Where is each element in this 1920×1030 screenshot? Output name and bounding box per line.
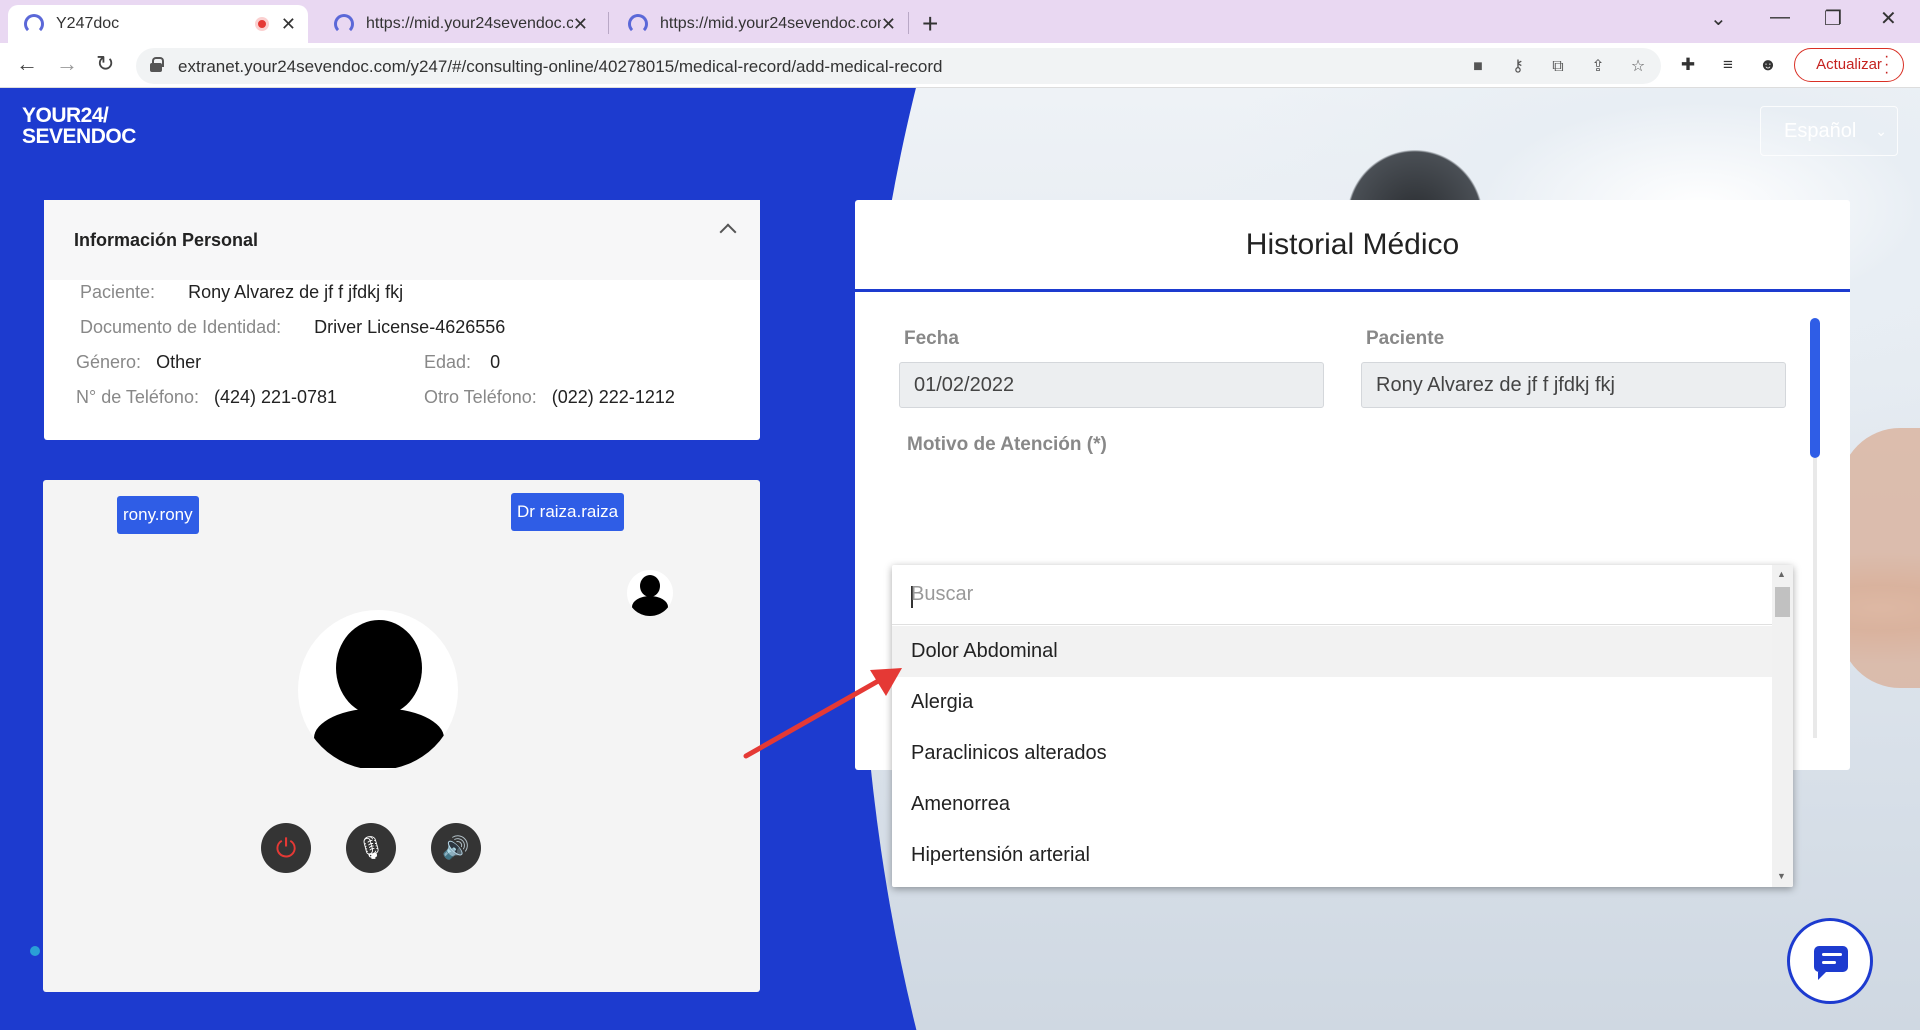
restore-icon[interactable]: ❐ [1824,6,1842,31]
site-favicon-icon [24,14,44,34]
gender-value: Other [156,352,202,372]
browser-tab[interactable]: https://mid.your24sevendoc.com ✕ [612,5,908,43]
bookmark-star-icon[interactable]: ☆ [1627,56,1649,78]
minimize-icon[interactable]: — [1770,6,1790,29]
dropdown-option[interactable]: Hipertensión arterial [892,830,1772,881]
age-row: Edad: 0 [424,352,500,373]
document-label: Documento de Identidad: [80,317,282,337]
dropdown-scroll-thumb[interactable] [1775,587,1790,617]
gender-label: Género: [76,352,142,372]
video-call-panel: rony.rony Dr raiza.raiza ⏻ 🎙 🔊 [43,480,760,992]
translate-icon[interactable]: ⧉ [1547,56,1569,78]
language-value: Español [1784,120,1857,142]
page-background: YOUR24/ SEVENDOC Español ⌄ Información P… [0,88,1920,1030]
chat-icon [1814,946,1848,980]
doctor-name-chip: Dr raiza.raiza [511,493,625,531]
recording-icon [254,17,269,31]
patient-field[interactable]: Rony Alvarez de jf f jfdkj fkj [1361,362,1786,408]
document-row: Documento de Identidad: Driver License-4… [80,317,505,338]
media-control-icon[interactable]: ≡ [1717,54,1739,76]
tab-title: Y247doc [56,15,120,32]
reason-label: Motivo de Atención (*) [907,434,1107,455]
scroll-down-icon[interactable]: ▼ [1777,871,1786,881]
site-favicon-icon [628,14,648,34]
doctor-avatar [627,570,673,616]
annotation-arrow [743,668,902,759]
phone-row: N° de Teléfono: (424) 221-0781 [76,387,337,408]
search-placeholder: Buscar [911,583,974,605]
date-label: Fecha [904,328,959,349]
date-field[interactable]: 01/02/2022 [899,362,1324,408]
new-tab-icon[interactable]: + [922,8,938,40]
browser-tab[interactable]: https://mid.your24sevendoc.com ✕ [318,5,600,43]
browser-toolbar: ← → ↻ extranet.your24sevendoc.com/y247/#… [0,43,1920,88]
tab-separator [908,12,909,34]
profile-avatar-icon[interactable]: ☻ [1757,54,1779,76]
patient-name-chip: rony.rony [117,496,199,534]
dropdown-option[interactable]: Alergia [892,677,1772,728]
your247-logo: YOUR24/ SEVENDOC [22,104,136,148]
phone-value: (424) 221-0781 [213,387,338,407]
phone-label: N° de Teléfono: [76,387,199,407]
tab-separator [608,12,609,34]
camera-icon[interactable]: ■ [1467,56,1489,78]
dropdown-option[interactable]: Amenorrea [892,779,1772,830]
language-select[interactable]: Español ⌄ [1760,106,1898,156]
browser-tab-bar: Y247doc ✕ https://mid.your24sevendoc.com… [0,0,1920,43]
tab-title: https://mid.your24sevendoc.com [366,15,573,32]
form-scrollbar-thumb[interactable] [1810,318,1820,458]
reason-dropdown: Buscar Dolor Abdominal Alergia Paraclini… [892,565,1793,887]
browser-tab-active[interactable]: Y247doc ✕ [8,5,308,43]
window-close-icon[interactable]: ✕ [1880,6,1897,31]
speaker-button[interactable]: 🔊 [431,823,481,873]
back-icon[interactable]: ← [16,51,38,77]
patient-row: Paciente: Rony Alvarez de jf f jfdkj fkj [80,282,403,303]
dropdown-scrollbar[interactable]: ▲ ▼ [1772,565,1793,887]
hang-up-button[interactable]: ⏻ [261,823,311,873]
other-phone-label: Otro Teléfono: [424,387,537,407]
url-text: extranet.your24sevendoc.com/y247/#/consu… [178,57,943,76]
scroll-up-icon[interactable]: ▲ [1777,569,1786,579]
tab-close-icon[interactable]: ✕ [573,14,588,35]
document-value: Driver License-4626556 [314,317,506,337]
personal-info-header[interactable]: Información Personal [44,200,760,280]
dropdown-option[interactable]: Dolor Abdominal [892,626,1772,677]
other-phone-value: (022) 222-1212 [551,387,675,407]
dropdown-option[interactable]: Paraclinicos alterados [892,728,1772,779]
tab-close-icon[interactable]: ✕ [881,14,896,35]
status-dot [30,946,40,956]
address-bar[interactable]: extranet.your24sevendoc.com/y247/#/consu… [136,48,1661,84]
patient-field-label: Paciente [1366,328,1445,349]
microphone-button[interactable]: 🎙 [346,823,396,873]
gender-row: Género: Other [76,352,201,373]
other-phone-row: Otro Teléfono: (022) 222-1212 [424,387,675,408]
reload-icon[interactable]: ↻ [96,51,114,77]
tab-close-icon[interactable]: ✕ [281,14,296,35]
tab-search-icon[interactable]: ⌄ [1710,6,1727,31]
chevron-down-icon: ⌄ [1875,123,1887,139]
share-icon[interactable]: ⇪ [1587,56,1609,78]
tab-title: https://mid.your24sevendoc.com [660,15,881,32]
age-label: Edad: [424,352,472,372]
age-value: 0 [490,352,501,372]
forward-icon[interactable]: → [56,51,78,77]
form-scrollbar-track[interactable] [1813,458,1817,738]
patient-avatar [298,610,458,770]
hand-image [1840,428,1920,688]
extensions-icon[interactable]: ✚ [1677,54,1699,76]
personal-info-title: Información Personal [74,230,259,250]
dropdown-search-input[interactable]: Buscar [892,565,1772,625]
patient-value: Rony Alvarez de jf f jfdkj fkj [188,282,404,302]
patient-label: Paciente: [80,282,156,302]
key-icon[interactable]: ⚷ [1507,56,1529,78]
site-favicon-icon [334,14,354,34]
personal-info-card: Información Personal Paciente: Rony Alva… [44,200,760,440]
lock-icon [150,57,164,72]
medical-record-title: Historial Médico [855,200,1850,292]
browser-menu-icon[interactable]: · · · [1884,49,1889,81]
chat-button[interactable] [1787,918,1873,1004]
